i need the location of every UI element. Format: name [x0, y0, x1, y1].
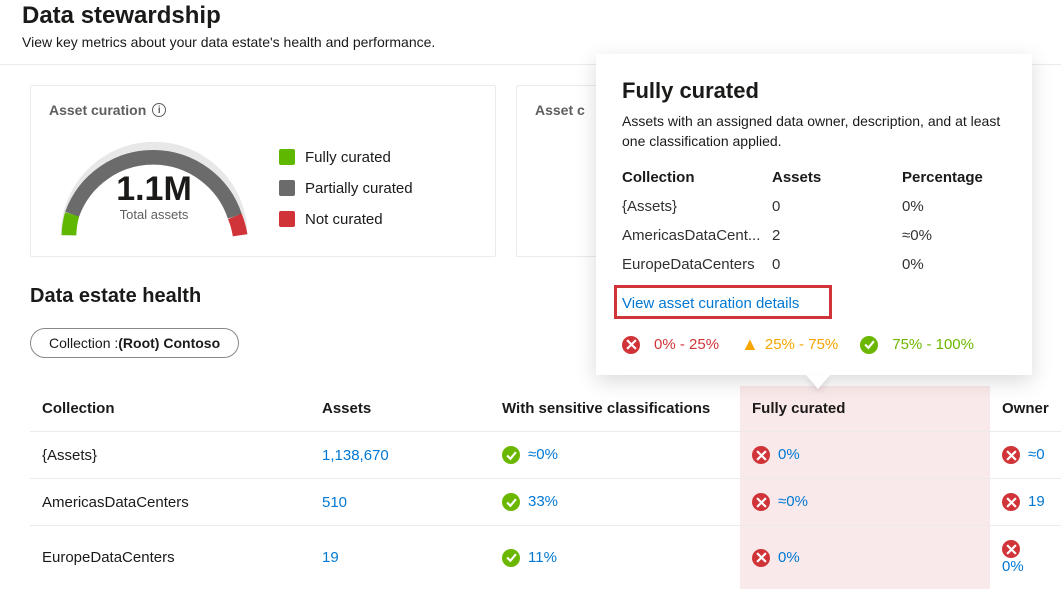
info-icon[interactable]: i	[152, 103, 166, 117]
cell-collection: {Assets}	[30, 432, 310, 479]
pill-value: (Root) Contoso	[118, 335, 220, 351]
fly-th-percentage: Percentage	[902, 169, 1006, 186]
th-sensitive[interactable]: With sensitive classifications	[490, 386, 740, 432]
fly-cell-collection: {Assets}	[622, 198, 772, 215]
error-icon	[1002, 446, 1020, 464]
success-icon	[860, 336, 878, 354]
cell-sensitive[interactable]: 11%	[490, 526, 740, 590]
fully-curated-flyout: Fully curated Assets with an assigned da…	[596, 54, 1032, 375]
fly-cell-collection: AmericasDataCent...	[622, 227, 772, 244]
swatch-fully-icon	[279, 149, 295, 165]
gauge-label: Total assets	[49, 207, 259, 222]
gauge-legend: Fully curated Partially curated Not cura…	[279, 149, 413, 228]
cell-fully-curated[interactable]: 0%	[740, 432, 990, 479]
view-asset-curation-details-link[interactable]: View asset curation details	[622, 295, 799, 312]
legend-mid: 25% - 75%	[765, 336, 838, 353]
cell-assets[interactable]: 1,138,670	[310, 432, 490, 479]
table-row: EuropeDataCenters1911%0%0%	[30, 526, 1061, 590]
error-icon	[752, 493, 770, 511]
th-fully-curated[interactable]: Fully curated	[740, 386, 990, 432]
fly-cell-percentage: 0%	[902, 256, 1006, 273]
error-icon	[1002, 540, 1020, 558]
th-assets[interactable]: Assets	[310, 386, 490, 432]
cell-owner[interactable]: 19	[990, 479, 1061, 526]
gauge-value: 1.1M	[49, 170, 259, 209]
card-title-text: Asset curation	[49, 102, 146, 118]
asset-curation-card: Asset curation i 1.1M Total assets Fully…	[30, 85, 496, 257]
collection-filter-pill[interactable]: Collection : (Root) Contoso	[30, 328, 239, 358]
error-icon	[752, 446, 770, 464]
th-collection[interactable]: Collection	[30, 386, 310, 432]
cell-fully-curated[interactable]: 0%	[740, 526, 990, 590]
cell-fully-curated[interactable]: ≈0%	[740, 479, 990, 526]
cell-sensitive[interactable]: ≈0%	[490, 432, 740, 479]
error-icon	[1002, 493, 1020, 511]
fly-cell-assets: 2	[772, 227, 902, 244]
fly-th-assets: Assets	[772, 169, 902, 186]
legend-not: Not curated	[305, 211, 383, 228]
table-row: {Assets}1,138,670≈0%0%≈0	[30, 432, 1061, 479]
swatch-partially-icon	[279, 180, 295, 196]
fly-th-collection: Collection	[622, 169, 772, 186]
cell-owner[interactable]: ≈0	[990, 432, 1061, 479]
page-title: Data stewardship	[0, 0, 1061, 30]
cell-sensitive[interactable]: 33%	[490, 479, 740, 526]
flyout-row: AmericasDataCent...2≈0%	[622, 221, 1006, 250]
flyout-pointer-icon	[806, 375, 830, 389]
cell-collection: EuropeDataCenters	[30, 526, 310, 590]
error-icon	[622, 336, 640, 354]
success-icon	[502, 493, 520, 511]
flyout-legend: 0% - 25% ▲ 25% - 75% 75% - 100%	[622, 334, 1006, 355]
flyout-title: Fully curated	[622, 78, 1006, 104]
health-table: Collection Assets With sensitive classif…	[30, 386, 1061, 589]
flyout-description: Assets with an assigned data owner, desc…	[622, 112, 1006, 151]
cell-collection: AmericasDataCenters	[30, 479, 310, 526]
error-icon	[752, 549, 770, 567]
swatch-not-icon	[279, 211, 295, 227]
cell-owner[interactable]: 0%	[990, 526, 1061, 590]
pill-label: Collection :	[49, 335, 118, 351]
legend-fully: Fully curated	[305, 149, 391, 166]
cell-assets[interactable]: 510	[310, 479, 490, 526]
success-icon	[502, 549, 520, 567]
legend-partially: Partially curated	[305, 180, 413, 197]
legend-high: 75% - 100%	[892, 336, 974, 353]
asset-curation-gauge: 1.1M Total assets	[49, 128, 259, 248]
table-row: AmericasDataCenters51033%≈0%19	[30, 479, 1061, 526]
card2-title: Asset c	[535, 102, 585, 118]
cell-assets[interactable]: 19	[310, 526, 490, 590]
th-owner[interactable]: Owner	[990, 386, 1061, 432]
success-icon	[502, 446, 520, 464]
fly-cell-collection: EuropeDataCenters	[622, 256, 772, 273]
fly-cell-assets: 0	[772, 256, 902, 273]
legend-low: 0% - 25%	[654, 336, 719, 353]
fly-cell-percentage: ≈0%	[902, 227, 1006, 244]
fly-cell-assets: 0	[772, 198, 902, 215]
flyout-row: {Assets}00%	[622, 192, 1006, 221]
warning-icon: ▲	[741, 334, 759, 355]
flyout-row: EuropeDataCenters00%	[622, 250, 1006, 279]
fly-cell-percentage: 0%	[902, 198, 1006, 215]
